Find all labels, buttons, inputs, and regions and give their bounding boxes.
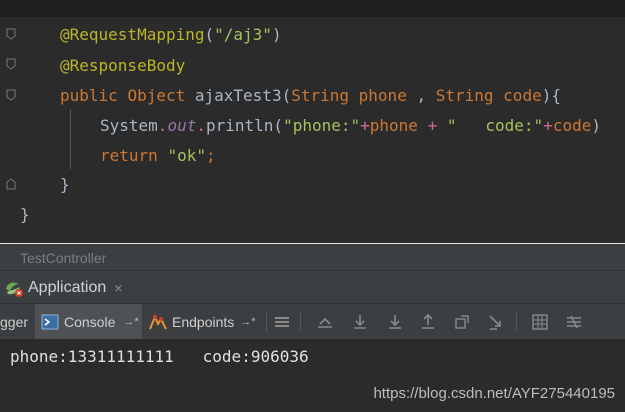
field-token: out <box>167 116 197 135</box>
brace-token: } <box>20 205 30 224</box>
console-output-area[interactable]: phone:13311111111 code:906036 https://bl… <box>0 339 625 412</box>
code-line-method-close: } <box>60 170 70 200</box>
toolbar-divider <box>516 312 517 332</box>
run-to-cursor-icon[interactable] <box>487 313 505 331</box>
operator-token: + <box>417 116 447 135</box>
tab-debugger[interactable]: gger <box>0 304 33 339</box>
evaluate-expression-icon[interactable] <box>531 313 549 331</box>
tab-console[interactable]: Console →* <box>35 304 142 339</box>
drop-frame-icon[interactable] <box>453 313 471 331</box>
tab-console-label: Console <box>64 313 116 330</box>
param-token: code <box>503 86 542 105</box>
class-token: System <box>100 116 158 135</box>
run-toolbar: gger Console →* Endpoints →* <box>0 303 625 340</box>
param-token: phone <box>358 86 407 105</box>
string-token: "ok" <box>167 146 206 165</box>
code-line-response-body: @ResponseBody <box>60 51 185 81</box>
trace-icon[interactable] <box>565 313 583 331</box>
type-token: String <box>291 86 350 105</box>
spring-boot-icon <box>4 278 24 298</box>
paren-token: ( <box>281 86 292 105</box>
run-config-title: Application <box>28 278 107 296</box>
step-out-icon[interactable] <box>419 313 437 331</box>
semicolon-token: ; <box>205 146 216 165</box>
step-into-icon[interactable] <box>386 313 404 331</box>
paren-token: ( <box>204 25 215 44</box>
close-tab-icon[interactable]: × <box>114 280 122 296</box>
pin-tab-icon[interactable]: →* <box>123 316 138 328</box>
brace-token: ){ <box>541 86 561 105</box>
dot-token: . <box>196 116 206 135</box>
var-token: code <box>552 116 592 135</box>
run-config-tab[interactable]: Application × <box>0 271 122 304</box>
code-line-return: return "ok"; <box>100 141 216 171</box>
fold-marker-icon[interactable] <box>6 58 16 70</box>
tab-endpoints-label: Endpoints <box>172 313 235 330</box>
fold-end-marker-icon[interactable] <box>6 178 16 190</box>
annotation-token: @RequestMapping <box>60 25 205 44</box>
code-line-println: System.out.println("phone:"+phone + " co… <box>100 111 601 141</box>
code-editor[interactable]: @RequestMapping("/aj3") @ResponseBody pu… <box>0 17 625 243</box>
string-token: " code:" <box>446 116 544 135</box>
keyword-token: public <box>60 86 118 105</box>
code-line-request-mapping: @RequestMapping("/aj3") <box>60 20 282 50</box>
comma-token: , <box>406 86 436 105</box>
annotation-token: @ResponseBody <box>60 56 186 75</box>
endpoints-icon <box>148 313 168 331</box>
method-name-token: ajaxTest3 <box>194 86 282 105</box>
breadcrumb[interactable]: TestController <box>0 244 625 270</box>
tab-debugger-label: gger <box>0 313 29 330</box>
operator-token: + <box>543 116 553 135</box>
tab-endpoints[interactable]: Endpoints →* <box>144 304 264 339</box>
step-over-icon[interactable] <box>351 313 369 331</box>
var-token: phone <box>369 116 418 135</box>
console-output-line: phone:13311111111 code:906036 <box>10 347 309 366</box>
fold-marker-icon[interactable] <box>6 28 16 40</box>
brace-token: } <box>60 175 70 194</box>
breadcrumb-class-label[interactable]: TestController <box>20 250 106 266</box>
indent-guide <box>70 109 71 169</box>
menu-lines-icon[interactable] <box>273 313 291 331</box>
code-line-class-close: } <box>20 200 30 230</box>
window-top-strip <box>0 0 625 17</box>
operator-token: + <box>360 116 370 135</box>
type-token: String <box>435 86 494 105</box>
paren-token: ( <box>273 116 284 135</box>
console-icon <box>41 314 59 330</box>
type-token: Object <box>127 86 186 105</box>
call-token: println <box>205 116 274 135</box>
watermark-url: https://blog.csdn.net/AYF275440195 <box>373 385 615 402</box>
dot-token: . <box>157 116 168 135</box>
editor-gutter <box>0 17 22 243</box>
code-line-method-signature: public Object ajaxTest3(String phone , S… <box>60 81 561 111</box>
string-token: "phone:" <box>283 116 361 135</box>
toolbar-divider <box>266 312 267 332</box>
paren-token: ) <box>271 25 282 44</box>
string-token: "/aj3" <box>214 25 272 44</box>
paren-token: ) <box>591 116 601 135</box>
fold-marker-icon[interactable] <box>6 89 16 101</box>
run-tool-window-header: Application × <box>0 270 625 304</box>
toolbar-divider <box>300 312 301 332</box>
show-execution-point-icon[interactable] <box>316 313 334 331</box>
keyword-token: return <box>100 146 158 165</box>
pin-tab-icon[interactable]: →* <box>240 316 255 328</box>
